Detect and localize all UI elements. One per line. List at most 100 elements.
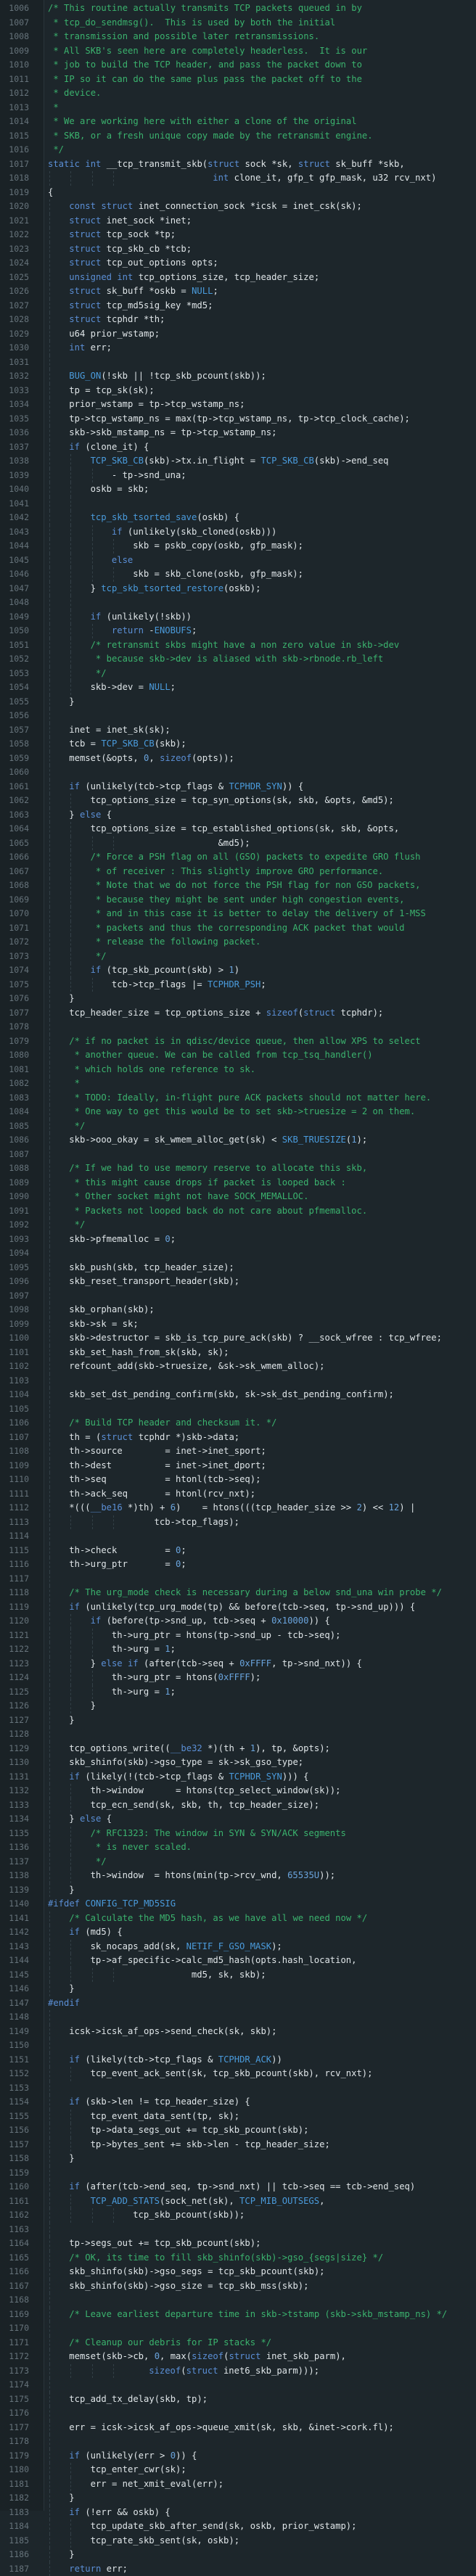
code-line[interactable]: 1170: [0, 2321, 476, 2336]
code-line[interactable]: 1047} tcp_skb_tsorted_restore(oskb);: [0, 582, 476, 596]
code-line[interactable]: 1145 md5, sk, skb);: [0, 1968, 476, 1983]
code-line[interactable]: 1138th->window = htons(min(tp->rcv_wnd, …: [0, 1869, 476, 1883]
code-line[interactable]: 1091 * Packets not looped back do not ca…: [0, 1204, 476, 1219]
code-line[interactable]: 1139}: [0, 1883, 476, 1898]
code-line[interactable]: 1012 * device.: [0, 86, 476, 101]
code-line[interactable]: 1042tcp_skb_tsorted_save(oskb) {: [0, 511, 476, 525]
code-line[interactable]: 1169/* Leave earliest departure time in …: [0, 2308, 476, 2322]
code-line[interactable]: 1098skb_orphan(skb);: [0, 1303, 476, 1317]
code-line[interactable]: 1110th->seq = htonl(tcb->seq);: [0, 1473, 476, 1487]
code-line[interactable]: 1129tcp_options_write((__be32 *)(th + 1)…: [0, 1742, 476, 1756]
code-line[interactable]: 1022struct tcp_sock *tp;: [0, 228, 476, 242]
code-line[interactable]: 1168: [0, 2293, 476, 2308]
code-line[interactable]: 1142if (md5) {: [0, 1925, 476, 1940]
code-line[interactable]: 1182}: [0, 2491, 476, 2506]
code-line[interactable]: 1084 * One way to get this would be to s…: [0, 1105, 476, 1119]
code-line[interactable]: 1137 */: [0, 1855, 476, 1869]
code-line[interactable]: 1155tcp_event_data_sent(tp, sk);: [0, 2110, 476, 2124]
code-line[interactable]: 1166skb_shinfo(skb)->gso_segs = tcp_skb_…: [0, 2265, 476, 2279]
code-line[interactable]: 1033tp = tcp_sk(sk);: [0, 384, 476, 398]
code-line[interactable]: 1162tcp_skb_pcount(skb));: [0, 2208, 476, 2223]
code-line[interactable]: 1043if (unlikely(skb_cloned(oskb))): [0, 525, 476, 540]
code-line[interactable]: 1013 *: [0, 101, 476, 115]
code-line[interactable]: 1066/* Force a PSH flag on all (GSO) pac…: [0, 850, 476, 865]
code-line[interactable]: 1028struct tcphdr *th;: [0, 313, 476, 327]
code-line[interactable]: 1136 * is never scaled.: [0, 1840, 476, 1855]
code-line[interactable]: 1151if (likely(tcb->tcp_flags & TCPHDR_A…: [0, 2053, 476, 2067]
code-line[interactable]: 1187return err;: [0, 2562, 476, 2576]
code-line[interactable]: 1119if (unlikely(tcp_urg_mode(tp) && bef…: [0, 1600, 476, 1615]
code-line[interactable]: 1099skb->sk = sk;: [0, 1317, 476, 1332]
code-line[interactable]: 1140#ifdef CONFIG_TCP_MD5SIG: [0, 1897, 476, 1912]
code-line[interactable]: 1034prior_wstamp = tp->tcp_wstamp_ns;: [0, 398, 476, 412]
code-line[interactable]: 1173 sizeof(struct inet6_skb_parm)));: [0, 2364, 476, 2379]
code-line[interactable]: 1180tcp_enter_cwr(sk);: [0, 2463, 476, 2477]
code-line[interactable]: 1149icsk->icsk_af_ops->send_check(sk, sk…: [0, 2025, 476, 2039]
code-line[interactable]: 1117: [0, 1572, 476, 1587]
code-line[interactable]: 1147#endif: [0, 1996, 476, 2011]
code-line[interactable]: 1048: [0, 596, 476, 610]
code-line[interactable]: 1152tcp_event_ack_sent(sk, tcp_skb_pcoun…: [0, 2067, 476, 2081]
code-line[interactable]: 1178: [0, 2435, 476, 2449]
code-line[interactable]: 1154if (skb->len != tcp_header_size) {: [0, 2095, 476, 2110]
code-line[interactable]: 1083 * TODO: Ideally, in-flight pure ACK…: [0, 1091, 476, 1106]
code-line[interactable]: 1061if (unlikely(tcb->tcp_flags & TCPHDR…: [0, 780, 476, 794]
code-line[interactable]: 1163: [0, 2223, 476, 2237]
code-line[interactable]: 1011 * IP so it can do the same plus pas…: [0, 73, 476, 87]
code-line[interactable]: 1067 * of receiver : This slightly impro…: [0, 865, 476, 879]
code-line[interactable]: 1106/* Build TCP header and checksum it.…: [0, 1416, 476, 1431]
code-line[interactable]: 1102refcount_add(skb->truesize, &sk->sk_…: [0, 1359, 476, 1374]
code-line[interactable]: 1062tcp_options_size = tcp_syn_options(s…: [0, 794, 476, 808]
code-line[interactable]: 1125th->urg = 1;: [0, 1685, 476, 1700]
code-line[interactable]: 1186}: [0, 2548, 476, 2562]
code-line[interactable]: 1053 */: [0, 667, 476, 681]
code-line[interactable]: 1114: [0, 1529, 476, 1544]
code-line[interactable]: 1143sk_nocaps_add(sk, NETIF_F_GSO_MASK);: [0, 1940, 476, 1954]
code-line[interactable]: 1135/* RFC1323: The window in SYN & SYN/…: [0, 1827, 476, 1841]
code-line[interactable]: 1021struct inet_sock *inet;: [0, 214, 476, 229]
code-line[interactable]: 1024struct tcp_out_options opts;: [0, 256, 476, 271]
code-line[interactable]: 1101skb_set_hash_from_sk(skb, sk);: [0, 1346, 476, 1360]
code-line[interactable]: 1179if (unlikely(err > 0)) {: [0, 2449, 476, 2464]
code-line[interactable]: 1063} else {: [0, 808, 476, 823]
code-line[interactable]: 1045else: [0, 554, 476, 568]
code-line[interactable]: 1113 tcb->tcp_flags);: [0, 1515, 476, 1530]
code-line[interactable]: 1174: [0, 2378, 476, 2392]
code-line[interactable]: 1044skb = pskb_copy(oskb, gfp_mask);: [0, 539, 476, 554]
code-line[interactable]: 1077tcp_header_size = tcp_options_size +…: [0, 1006, 476, 1021]
code-line[interactable]: 1020const struct inet_connection_sock *i…: [0, 199, 476, 214]
code-line[interactable]: 1121th->urg_ptr = htons(tp->snd_up - tcb…: [0, 1629, 476, 1643]
code-line[interactable]: 1156tp->data_segs_out += tcp_skb_pcount(…: [0, 2123, 476, 2138]
code-line[interactable]: 1160if (after(tcb->end_seq, tp->snd_nxt)…: [0, 2180, 476, 2194]
code-line[interactable]: 1017static int __tcp_transmit_skb(struct…: [0, 157, 476, 172]
code-line[interactable]: 1105: [0, 1402, 476, 1417]
code-line[interactable]: 1087: [0, 1148, 476, 1162]
code-line[interactable]: 1157tp->bytes_sent += skb->len - tcp_hea…: [0, 2138, 476, 2152]
code-line[interactable]: 1148: [0, 2010, 476, 2025]
code-line[interactable]: 1088/* If we had to use memory reserve t…: [0, 1161, 476, 1176]
code-line[interactable]: 1116th->urg_ptr = 0;: [0, 1557, 476, 1572]
code-line[interactable]: 1133tcp_ecn_send(sk, skb, th, tcp_header…: [0, 1798, 476, 1813]
code-line[interactable]: 1131if (likely(!(tcb->tcp_flags & TCPHDR…: [0, 1770, 476, 1785]
code-line[interactable]: 1039- tp->snd_una;: [0, 469, 476, 483]
code-line[interactable]: 1051/* retransmit skbs might have a non …: [0, 638, 476, 653]
code-line[interactable]: 1183if (!err && oskb) {: [0, 2506, 476, 2520]
code-line[interactable]: 1040oskb = skb;: [0, 482, 476, 497]
code-line[interactable]: 1032BUG_ON(!skb || !tcp_skb_pcount(skb))…: [0, 369, 476, 384]
code-line[interactable]: 1046skb = skb_clone(oskb, gfp_mask);: [0, 567, 476, 582]
code-line[interactable]: 1172memset(skb->cb, 0, max(sizeof(struct…: [0, 2350, 476, 2364]
code-line[interactable]: 1153: [0, 2081, 476, 2096]
code-line[interactable]: 1141/* Calculate the MD5 hash, as we hav…: [0, 1912, 476, 1926]
code-line[interactable]: 1058tcb = TCP_SKB_CB(skb);: [0, 737, 476, 752]
code-line[interactable]: 1036skb->skb_mstamp_ns = tp->tcp_wstamp_…: [0, 426, 476, 440]
code-line[interactable]: 1126}: [0, 1699, 476, 1713]
code-line[interactable]: 1007 * tcp_do_sendmsg(). This is used by…: [0, 16, 476, 30]
code-line[interactable]: 1076}: [0, 992, 476, 1006]
code-line[interactable]: 1181err = net_xmit_eval(err);: [0, 2477, 476, 2492]
code-line[interactable]: 1103: [0, 1374, 476, 1388]
code-line[interactable]: 1078: [0, 1020, 476, 1034]
code-line[interactable]: 1080 * another queue. We can be called f…: [0, 1048, 476, 1063]
code-editor[interactable]: 1006/* This routine actually transmits T…: [0, 0, 476, 2511]
code-line[interactable]: 1171/* Cleanup our debris for IP stacks …: [0, 2336, 476, 2350]
code-line[interactable]: 1134} else {: [0, 1812, 476, 1827]
